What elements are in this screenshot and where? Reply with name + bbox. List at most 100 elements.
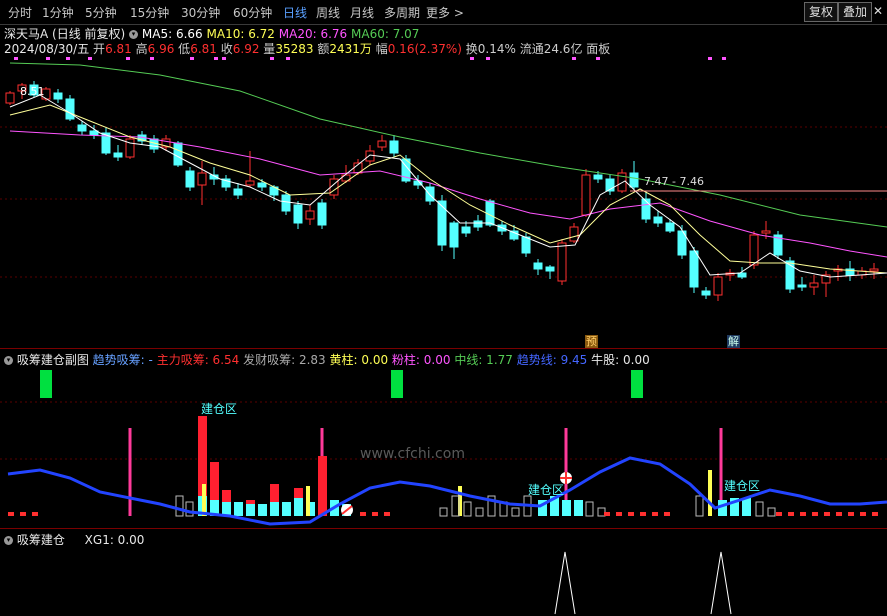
period-tab-multi[interactable]: 多周期: [384, 4, 420, 21]
candle-body: [533, 262, 543, 270]
top-dot: [722, 57, 726, 60]
candle-body: [809, 282, 819, 288]
unlock-marker[interactable]: 解: [727, 335, 740, 349]
candle-body: [317, 202, 327, 226]
small-bar: [20, 512, 26, 516]
trend-absorb-value: 趋势吸筹: -: [92, 353, 153, 367]
panel-menu-icon[interactable]: ▾: [4, 356, 13, 365]
period-tab-more[interactable]: 更多 >: [426, 4, 464, 21]
small-bar: [372, 512, 378, 516]
ma60-value: MA60: 7.07: [351, 27, 420, 41]
low-value: 6.81: [190, 42, 217, 56]
forecast-marker[interactable]: 预: [585, 335, 598, 349]
green-signal-bar: [40, 370, 52, 398]
candle-body: [665, 222, 675, 232]
outline-bar: [597, 507, 606, 517]
midline-value: 中线: 1.77: [454, 353, 513, 367]
cyan-bar: [282, 502, 291, 516]
candle-body: [185, 170, 195, 188]
period-tab-intraday[interactable]: 分时: [8, 4, 32, 21]
candle-body: [869, 268, 879, 272]
absorb-indicator-chart[interactable]: 建仓区 建仓区 建仓区 www.cfchi.com: [0, 366, 887, 528]
zone-label-3: 建仓区: [724, 479, 760, 493]
ma10-value: MA10: 6.72: [206, 27, 275, 41]
outline-bar: [185, 501, 194, 517]
period-tab-5min[interactable]: 5分钟: [85, 4, 117, 21]
settings-dropdown-icon[interactable]: ▾: [129, 30, 139, 39]
candle-body: [449, 222, 459, 248]
yellow-bar: [708, 470, 712, 516]
small-bar: [616, 512, 622, 516]
period-tab-monthly[interactable]: 月线: [350, 4, 374, 21]
panel-menu-icon-2[interactable]: ▾: [4, 536, 13, 545]
high-value: 6.96: [147, 42, 175, 56]
fortune-absorb-value: 发财吸筹: 2.83: [243, 353, 326, 367]
cyan-bar: [270, 502, 279, 516]
overlay-button[interactable]: 叠加: [838, 2, 873, 22]
candle-body: [713, 276, 723, 296]
panel-divider: [0, 348, 887, 349]
candle-body: [233, 188, 243, 196]
yellow-bar-value: 黄柱: 0.00: [329, 353, 389, 367]
outline-bar: [175, 495, 184, 517]
more-label: 更多: [426, 6, 451, 20]
top-dot: [14, 57, 18, 60]
period-tab-daily[interactable]: 日线: [283, 4, 307, 21]
small-bar: [788, 512, 794, 516]
small-bar: [628, 512, 634, 516]
small-bar: [664, 512, 670, 516]
small-bar: [360, 512, 366, 516]
top-dot: [88, 57, 92, 60]
change-value: 0.16(2.37%): [387, 42, 462, 56]
volume-value: 35283: [275, 42, 314, 56]
period-tab-15min[interactable]: 15分钟: [130, 4, 169, 21]
candle-body: [77, 124, 87, 132]
sub2-title[interactable]: 吸筹建仓: [17, 533, 65, 547]
kline-chart[interactable]: 8.51 7.47 - 7.46: [0, 55, 887, 345]
top-dot: [286, 57, 290, 60]
small-bar: [652, 512, 658, 516]
candle-body: [293, 204, 303, 224]
candle-body: [629, 172, 639, 188]
candle-body: [581, 174, 591, 216]
close-icon[interactable]: ✕: [873, 4, 883, 18]
small-bar: [812, 512, 818, 516]
outline-bar: [695, 495, 704, 517]
main-absorb-value: 主力吸筹: 6.54: [156, 353, 240, 367]
outline-bar: [439, 507, 448, 517]
candle-body: [569, 226, 579, 242]
select-signal-chart[interactable]: [0, 546, 887, 616]
adjust-button[interactable]: 复权: [804, 2, 839, 22]
small-bar: [776, 512, 782, 516]
candle-body: [749, 234, 759, 266]
top-dot: [46, 57, 50, 60]
period-tab-30min[interactable]: 30分钟: [181, 4, 220, 21]
cyan-bar: [742, 498, 751, 516]
top-dot: [214, 57, 218, 60]
period-tab-1min[interactable]: 1分钟: [42, 4, 74, 21]
sub1-title[interactable]: 吸筹建仓副图: [17, 353, 89, 367]
candle-body: [389, 140, 399, 154]
candle-body: [89, 130, 99, 136]
small-bar: [8, 512, 14, 516]
small-bar: [604, 512, 610, 516]
candle-body: [305, 210, 315, 220]
period-tab-60min[interactable]: 60分钟: [233, 4, 272, 21]
candle-body: [737, 272, 747, 278]
period-toolbar: 分时 1分钟 5分钟 15分钟 30分钟 60分钟 日线 周线 月线 多周期 更…: [0, 0, 887, 25]
bull-value: 牛股: 0.00: [591, 353, 650, 367]
signal-icon-2: [560, 472, 572, 484]
green-signal-bar: [391, 370, 403, 398]
high-label: 高: [135, 42, 148, 56]
candle-body: [197, 172, 207, 186]
period-tab-weekly[interactable]: 周线: [316, 4, 340, 21]
top-dot: [470, 57, 474, 60]
chevron-right-icon: >: [453, 6, 464, 20]
top-dot: [708, 57, 712, 60]
panel-link[interactable]: 面板: [586, 42, 610, 56]
cyan-bar: [258, 504, 267, 516]
candle-body: [281, 194, 291, 212]
candle-body: [377, 140, 387, 148]
bar-date: 2024/08/30/五: [4, 42, 90, 56]
small-bar: [640, 512, 646, 516]
